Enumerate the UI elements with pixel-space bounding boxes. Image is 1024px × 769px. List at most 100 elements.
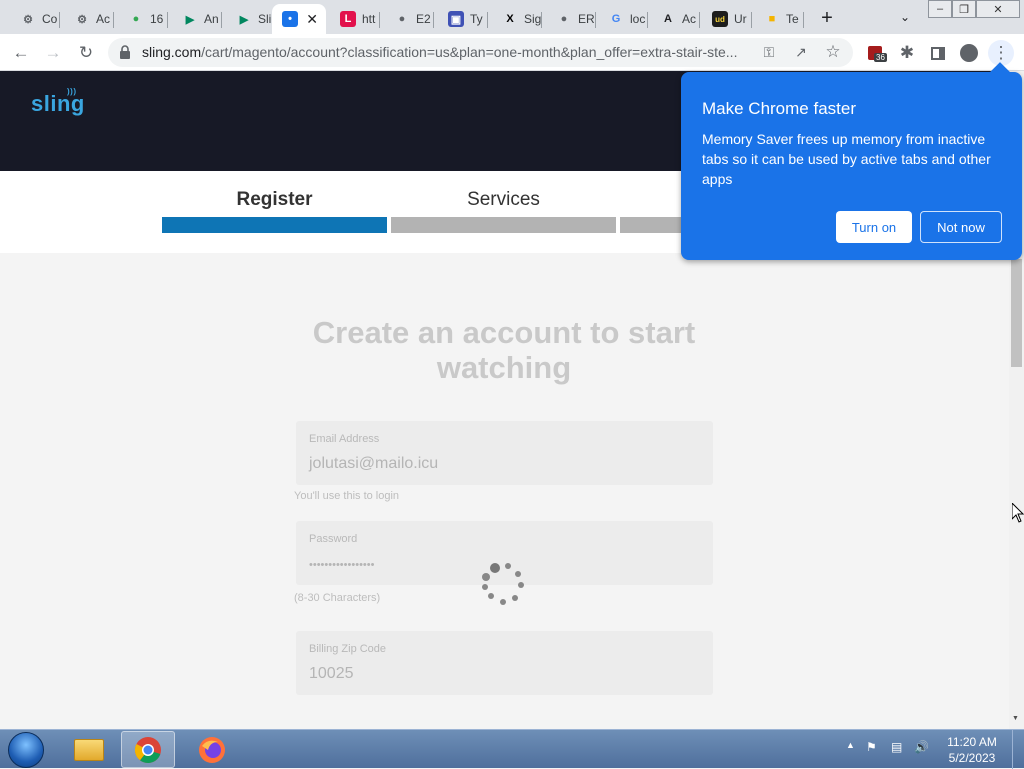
step-services-bar: [391, 217, 616, 233]
side-panel-icon[interactable]: [925, 40, 951, 66]
gear-icon: ⚙: [77, 13, 87, 26]
taskbar-chrome[interactable]: [121, 731, 175, 768]
a-logo-icon: A: [664, 13, 672, 25]
extension-shield-icon[interactable]: 36: [862, 40, 888, 66]
scrollbar-thumb[interactable]: [1011, 259, 1022, 367]
tray-network-icon[interactable]: ▤: [891, 740, 902, 754]
tab-title: Sig: [524, 12, 542, 26]
tab-12[interactable]: A Ac: [650, 4, 700, 34]
restore-button[interactable]: ❐: [952, 0, 976, 18]
show-desktop-button[interactable]: [1012, 730, 1024, 769]
email-label: Email Address: [309, 433, 380, 445]
email-field[interactable]: Email Address jolutasi@mailo.icu: [296, 421, 713, 485]
play-store-icon: ▶: [239, 13, 249, 26]
tab-search-icon[interactable]: ⌄: [894, 6, 916, 28]
tab-10[interactable]: ● ER: [546, 4, 596, 34]
close-tab-icon[interactable]: ✕: [306, 11, 318, 28]
profile-avatar-icon[interactable]: [956, 40, 982, 66]
tab-2[interactable]: ● 16: [118, 4, 168, 34]
windows-taskbar: ▲ ⚑ ▤ 🔊 11:20 AM 5/2/2023: [0, 729, 1024, 769]
zip-code-field[interactable]: Billing Zip Code 10025: [296, 631, 713, 695]
tab-13[interactable]: ud Ur: [702, 4, 752, 34]
google-icon: G: [611, 13, 621, 25]
tab-title: ER: [578, 12, 595, 26]
zip-label: Billing Zip Code: [309, 643, 387, 655]
tab-title: loc: [630, 12, 646, 26]
tray-expand-icon[interactable]: ▲: [846, 740, 855, 750]
step-services-label: Services: [467, 189, 540, 210]
loading-spinner-icon: [482, 563, 524, 605]
tab-3[interactable]: ▶ An: [172, 4, 222, 34]
extension-badge: 36: [874, 53, 887, 62]
x-logo-icon: X: [506, 13, 514, 25]
ud-logo-icon: ud: [712, 11, 728, 27]
turn-on-button[interactable]: Turn on: [836, 211, 912, 243]
page-title: Create an account to start watching: [312, 315, 696, 385]
clock-time: 11:20 AM: [947, 735, 997, 749]
popup-body: Memory Saver frees up memory from inacti…: [702, 131, 991, 187]
minimize-button[interactable]: –: [928, 0, 952, 18]
start-button[interactable]: [8, 732, 44, 768]
reload-icon[interactable]: ↻: [73, 40, 99, 66]
tab-title: Ac: [96, 12, 111, 26]
globe-icon: ●: [398, 13, 406, 25]
back-icon[interactable]: ←: [8, 40, 34, 66]
flag-icon: ▣: [448, 11, 464, 27]
tab-4[interactable]: ▶ Sli: [226, 4, 276, 34]
chrome-icon: [134, 736, 161, 763]
gear-icon: ⚙: [23, 13, 33, 26]
tab-9[interactable]: X Sig: [492, 4, 542, 34]
tab-title: Sli: [258, 12, 272, 26]
register-form: Create an account to start watching Emai…: [0, 253, 1009, 729]
tab-title: Co: [42, 12, 58, 26]
extensions-puzzle-icon[interactable]: ✱: [894, 40, 920, 66]
mouse-cursor-icon: [1012, 503, 1024, 523]
tab-7[interactable]: ● E2: [384, 4, 434, 34]
lock-icon: [120, 45, 130, 59]
share-icon[interactable]: ↗: [788, 39, 814, 65]
tab-8[interactable]: ▣ Ty: [438, 4, 488, 34]
tab-14[interactable]: ■ Te: [754, 4, 804, 34]
sling-logo[interactable]: sling))): [31, 87, 85, 117]
step-register-label: Register: [236, 189, 313, 210]
password-value: •••••••••••••••••: [309, 559, 375, 571]
tab-5[interactable]: • ✕: [272, 4, 326, 34]
menu-kebab-icon[interactable]: ⋮: [988, 40, 1014, 66]
new-tab-button[interactable]: +: [815, 6, 839, 30]
folder-icon: ■: [768, 13, 776, 25]
taskbar-firefox[interactable]: [185, 731, 239, 768]
browser-toolbar: ← → ↻ sling.com/cart/magento/account?cla…: [0, 34, 1024, 71]
scroll-down-icon[interactable]: ▼: [1012, 715, 1019, 722]
address-bar[interactable]: sling.com/cart/magento/account?classific…: [108, 38, 853, 67]
tab-1[interactable]: ⚙ Ac: [64, 4, 114, 34]
password-hint: (8-30 Characters): [294, 592, 381, 604]
tab-title: An: [204, 12, 219, 26]
tab-11[interactable]: Gloc: [598, 4, 648, 34]
globe-icon: ●: [560, 13, 568, 25]
tray-flag-icon[interactable]: ⚑: [866, 740, 877, 754]
tab-title: htt: [362, 12, 376, 26]
key-icon[interactable]: ⚿: [756, 39, 782, 65]
bookmark-star-icon[interactable]: ☆: [820, 39, 846, 65]
tab-strip: ⚙ Co ⚙ Ac ● 16 ▶ An ▶ Sli • ✕ Lhtt ● E2 ▣ Ty X Sig ● ER Gloc A…: [0, 0, 1024, 34]
close-window-button[interactable]: ✕: [976, 0, 1020, 18]
clock-date: 5/2/2023: [948, 751, 996, 765]
play-store-icon: ▶: [185, 13, 195, 26]
tab-title: Ur: [734, 12, 747, 26]
email-hint: You'll use this to login: [294, 490, 400, 502]
firefox-icon: [199, 736, 225, 763]
sling-icon: •: [282, 11, 298, 27]
forward-icon[interactable]: →: [40, 40, 66, 66]
system-clock[interactable]: 11:20 AM 5/2/2023: [940, 734, 1004, 766]
map-pin-icon: ●: [132, 13, 140, 25]
url-text: sling.com/cart/magento/account?classific…: [142, 44, 738, 60]
taskbar-explorer[interactable]: [62, 731, 116, 768]
tray-volume-icon[interactable]: 🔊: [914, 740, 929, 754]
logo-waves-icon: ))): [67, 87, 77, 96]
tab-0[interactable]: ⚙ Co: [10, 4, 60, 34]
popup-title: Make Chrome faster: [702, 99, 856, 118]
tab-title: Ac: [682, 12, 697, 26]
tab-title: E2: [416, 12, 431, 26]
tab-6[interactable]: Lhtt: [330, 4, 380, 34]
not-now-button[interactable]: Not now: [920, 211, 1002, 243]
